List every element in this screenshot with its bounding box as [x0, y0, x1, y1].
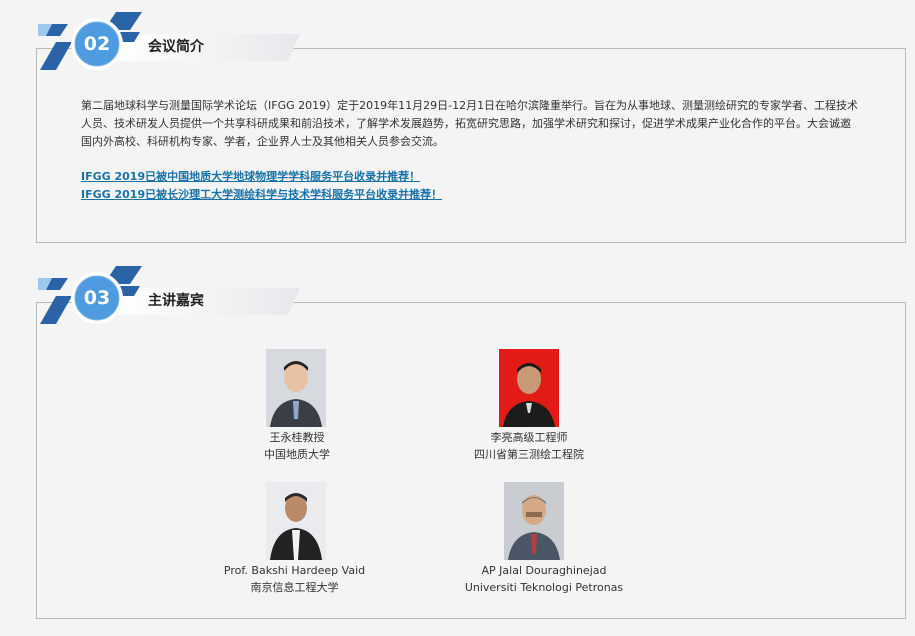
speaker-name: Prof. Bakshi Hardeep Vaid [223, 564, 366, 577]
section-number: 03 [83, 287, 111, 309]
conference-intro-section: 第二届地球科学与测量国际学术论坛（IFGG 2019）定于2019年11月29日… [36, 48, 906, 243]
recommendation-link-csust[interactable]: IFGG 2019已被长沙理工大学测绘科学与技术学科服务平台收录并推荐！ [81, 186, 442, 202]
speaker-card: 李亮高级工程师 四川省第三测绘工程院 [449, 429, 609, 463]
keynote-speakers-section: 王永桂教授 中国地质大学 李亮高级工程师 四川省第三测绘工程院 Prof. Ba… [36, 302, 906, 619]
conference-intro-text: 第二届地球科学与测量国际学术论坛（IFGG 2019）定于2019年11月29日… [81, 99, 859, 148]
speaker-name: AP Jalal Douraghinejad [481, 564, 607, 577]
speaker-photo [499, 349, 559, 427]
speaker-photo [266, 349, 326, 427]
speaker-photo [504, 482, 564, 560]
speaker-card: Prof. Bakshi Hardeep Vaid 南京信息工程大学 [207, 562, 382, 596]
speaker-affiliation: Universiti Teknologi Petronas [464, 581, 624, 594]
speaker-affiliation: 四川省第三测绘工程院 [474, 448, 584, 461]
section-number-badge: 02 [38, 12, 148, 72]
recommendation-link-cug[interactable]: IFGG 2019已被中国地质大学地球物理学学科服务平台收录并推荐！ [81, 168, 420, 184]
section-title: 主讲嘉宾 [148, 293, 204, 309]
speaker-photo [266, 482, 326, 560]
section-number: 02 [83, 33, 111, 55]
speaker-affiliation: 中国地质大学 [264, 448, 330, 461]
speaker-card: AP Jalal Douraghinejad Universiti Teknol… [449, 562, 639, 596]
speaker-name: 李亮高级工程师 [490, 431, 568, 444]
section-title: 会议简介 [148, 39, 204, 55]
speaker-name: 王永桂教授 [269, 431, 325, 444]
section-number-badge: 03 [38, 266, 148, 326]
speaker-card: 王永桂教授 中国地质大学 [217, 429, 377, 463]
speaker-affiliation: 南京信息工程大学 [250, 581, 339, 594]
